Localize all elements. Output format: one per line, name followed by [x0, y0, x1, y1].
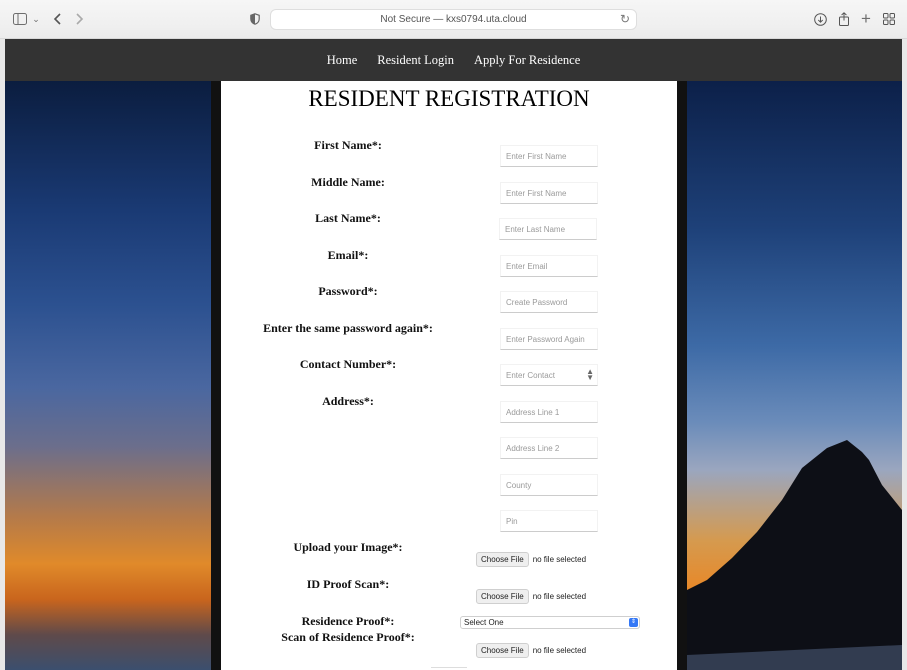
address-label: Address*:: [322, 394, 374, 408]
window-frame-right: [902, 39, 907, 670]
password-again-label: Enter the same password again*:: [263, 321, 433, 335]
email-input[interactable]: [500, 255, 598, 277]
scan-residence-proof-label: Scan of Residence Proof*:: [281, 630, 415, 644]
middle-name-input[interactable]: [500, 182, 598, 204]
address-bar[interactable]: Not Secure — kxs0794.uta.cloud ↻: [270, 9, 637, 30]
nav-apply-for-residence-link[interactable]: Apply For Residence: [474, 53, 580, 68]
select-chevron-icon: ⇕: [629, 618, 638, 627]
select-value: Select One: [464, 618, 504, 627]
nav-resident-login-link[interactable]: Resident Login: [377, 53, 454, 68]
new-tab-icon[interactable]: +: [858, 9, 874, 29]
share-icon[interactable]: [836, 9, 852, 29]
mountain-silhouette: [687, 440, 902, 670]
choose-file-button[interactable]: Choose File: [476, 643, 529, 658]
background-sunset-right: [687, 81, 902, 670]
border-stripe-left: [211, 81, 221, 670]
password-input[interactable]: [500, 291, 598, 313]
email-label: Email*:: [327, 248, 369, 262]
residence-proof-select[interactable]: Select One ⇕: [460, 616, 640, 629]
contact-label: Contact Number*:: [299, 357, 397, 371]
file-status: no file selected: [532, 555, 587, 564]
residence-proof-label: Residence Proof*:: [301, 614, 395, 628]
file-status: no file selected: [532, 646, 587, 655]
first-name-label: First Name*:: [314, 138, 382, 152]
password-label: Password*:: [318, 284, 378, 298]
site-navbar: Home Resident Login Apply For Residence: [5, 39, 902, 81]
id-proof-file: Choose File no file selected: [476, 589, 586, 604]
county-input[interactable]: [500, 474, 598, 496]
middle-name-label: Middle Name:: [311, 175, 385, 189]
border-stripe-right: [677, 81, 687, 670]
address-line2-input[interactable]: [500, 437, 598, 459]
tab-overview-icon[interactable]: [881, 9, 897, 29]
nav-home-link[interactable]: Home: [327, 53, 358, 68]
download-icon[interactable]: [812, 9, 828, 29]
chevron-down-icon[interactable]: ⌄: [31, 9, 41, 29]
back-icon[interactable]: [50, 9, 64, 29]
choose-file-button[interactable]: Choose File: [476, 589, 529, 604]
upload-image-label: Upload your Image*:: [293, 540, 403, 554]
sidebar-toggle-icon[interactable]: [12, 9, 28, 29]
address-line1-input[interactable]: [500, 401, 598, 423]
form-title: RESIDENT REGISTRATION: [308, 86, 590, 111]
browser-toolbar: ⌄ Not Secure — kxs0794.uta.cloud ↻ +: [0, 0, 907, 39]
file-status: no file selected: [532, 592, 587, 601]
url-text: Not Secure — kxs0794.uta.cloud: [380, 14, 527, 25]
contact-input[interactable]: [500, 364, 598, 386]
password-again-input[interactable]: [500, 328, 598, 350]
number-stepper-icon[interactable]: ▲ ▼: [586, 368, 594, 382]
contact-field: ▲▼: [500, 364, 598, 386]
registration-form: RESIDENT REGISTRATION First Name*: Middl…: [221, 81, 677, 670]
background-sunset-left: [5, 81, 211, 670]
residence-proof-file: Choose File no file selected: [476, 643, 586, 658]
pin-input[interactable]: [500, 510, 598, 532]
shield-icon[interactable]: [248, 9, 262, 29]
choose-file-button[interactable]: Choose File: [476, 552, 529, 567]
last-name-input[interactable]: [499, 218, 597, 240]
upload-image-file: Choose File no file selected: [476, 552, 586, 567]
id-proof-label: ID Proof Scan*:: [306, 577, 390, 591]
reload-icon[interactable]: ↻: [620, 12, 630, 26]
forward-icon[interactable]: [73, 9, 87, 29]
first-name-input[interactable]: [500, 145, 598, 167]
last-name-label: Last Name*:: [315, 211, 381, 225]
